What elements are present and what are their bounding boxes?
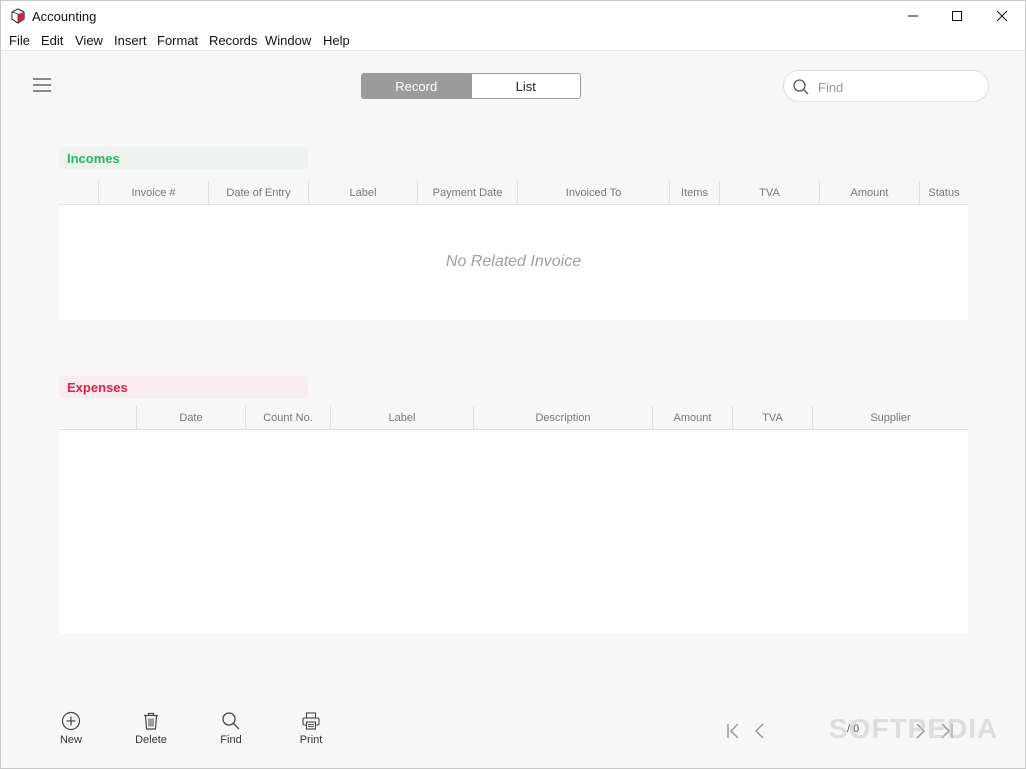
hamburger-icon-line — [33, 84, 51, 86]
hamburger-icon-line — [33, 90, 51, 92]
expenses-section-title: Expenses — [59, 376, 308, 398]
menu-bar: File Edit View Insert Format Records Win… — [1, 31, 1025, 51]
column-header-invoiced-to[interactable]: Invoiced To — [517, 181, 669, 205]
hamburger-icon-line — [33, 78, 51, 80]
column-header-description[interactable]: Description — [473, 406, 652, 430]
app-logo-icon — [11, 8, 25, 24]
trash-icon — [144, 712, 158, 730]
menu-insert[interactable]: Insert — [114, 33, 147, 48]
column-header-items[interactable]: Items — [669, 181, 719, 205]
column-header-tva[interactable]: TVA — [732, 406, 812, 430]
find-button-label: Find — [220, 734, 242, 746]
print-button-label: Print — [299, 734, 323, 746]
app-window: Accounting File Edit View Insert Format … — [0, 0, 1026, 769]
search-box — [783, 70, 989, 102]
sidebar-toggle-button[interactable] — [33, 78, 51, 94]
menu-window[interactable]: Window — [265, 33, 311, 48]
column-header-invoice[interactable]: Invoice # — [98, 181, 208, 205]
title-bar: Accounting — [1, 1, 1025, 31]
column-header-supplier[interactable]: Supplier — [812, 406, 968, 430]
watermark: SOFTPEDIA — [829, 713, 999, 744]
magnifier-icon — [222, 712, 240, 730]
menu-format[interactable]: Format — [157, 33, 198, 48]
column-header-amount[interactable]: Amount — [819, 181, 919, 205]
window-title: Accounting — [32, 9, 97, 24]
delete-button[interactable]: Delete — [126, 711, 176, 751]
empty-state-message: No Related Invoice — [445, 253, 582, 270]
first-record-icon[interactable] — [725, 721, 741, 741]
column-header-count-no[interactable]: Count No. — [245, 406, 330, 430]
menu-view[interactable]: View — [75, 33, 103, 48]
menu-help[interactable]: Help — [323, 33, 350, 48]
printer-icon — [302, 712, 320, 730]
incomes-table-header: Invoice # Date of Entry Label Payment Da… — [59, 181, 968, 205]
delete-button-label: Delete — [135, 734, 167, 746]
new-button-label: New — [59, 734, 82, 746]
list-view-button[interactable]: List — [470, 74, 580, 98]
expenses-table-header: Date Count No. Label Description Amount … — [59, 406, 968, 430]
maximize-button[interactable] — [934, 1, 980, 31]
menu-records[interactable]: Records — [209, 33, 257, 48]
column-header-tva[interactable]: TVA — [719, 181, 819, 205]
column-header-label[interactable]: Label — [308, 181, 417, 205]
incomes-table-body: No Related Invoice — [59, 205, 968, 320]
menu-edit[interactable]: Edit — [41, 33, 63, 48]
close-button[interactable] — [979, 1, 1025, 31]
previous-record-icon[interactable] — [751, 721, 767, 741]
record-view-button[interactable]: Record — [362, 74, 471, 98]
new-button[interactable]: New — [46, 711, 96, 751]
minimize-button[interactable] — [890, 1, 936, 31]
expenses-table-body — [59, 430, 968, 634]
incomes-section-title: Incomes — [59, 147, 308, 169]
find-button[interactable]: Find — [206, 711, 256, 751]
column-header-date[interactable]: Date — [136, 406, 245, 430]
minimize-icon — [908, 15, 918, 17]
add-circle-icon — [61, 711, 81, 731]
view-toggle: Record List — [361, 73, 581, 99]
column-header-amount[interactable]: Amount — [652, 406, 732, 430]
maximize-icon — [952, 11, 962, 21]
search-icon — [793, 79, 809, 95]
search-input[interactable] — [818, 77, 978, 97]
column-header-payment-date[interactable]: Payment Date — [417, 181, 517, 205]
column-header-date-of-entry[interactable]: Date of Entry — [208, 181, 308, 205]
column-header-status[interactable]: Status — [919, 181, 968, 205]
menu-file[interactable]: File — [9, 33, 30, 48]
column-header-label[interactable]: Label — [330, 406, 473, 430]
print-button[interactable]: Print — [286, 711, 336, 751]
close-icon — [996, 10, 1008, 22]
